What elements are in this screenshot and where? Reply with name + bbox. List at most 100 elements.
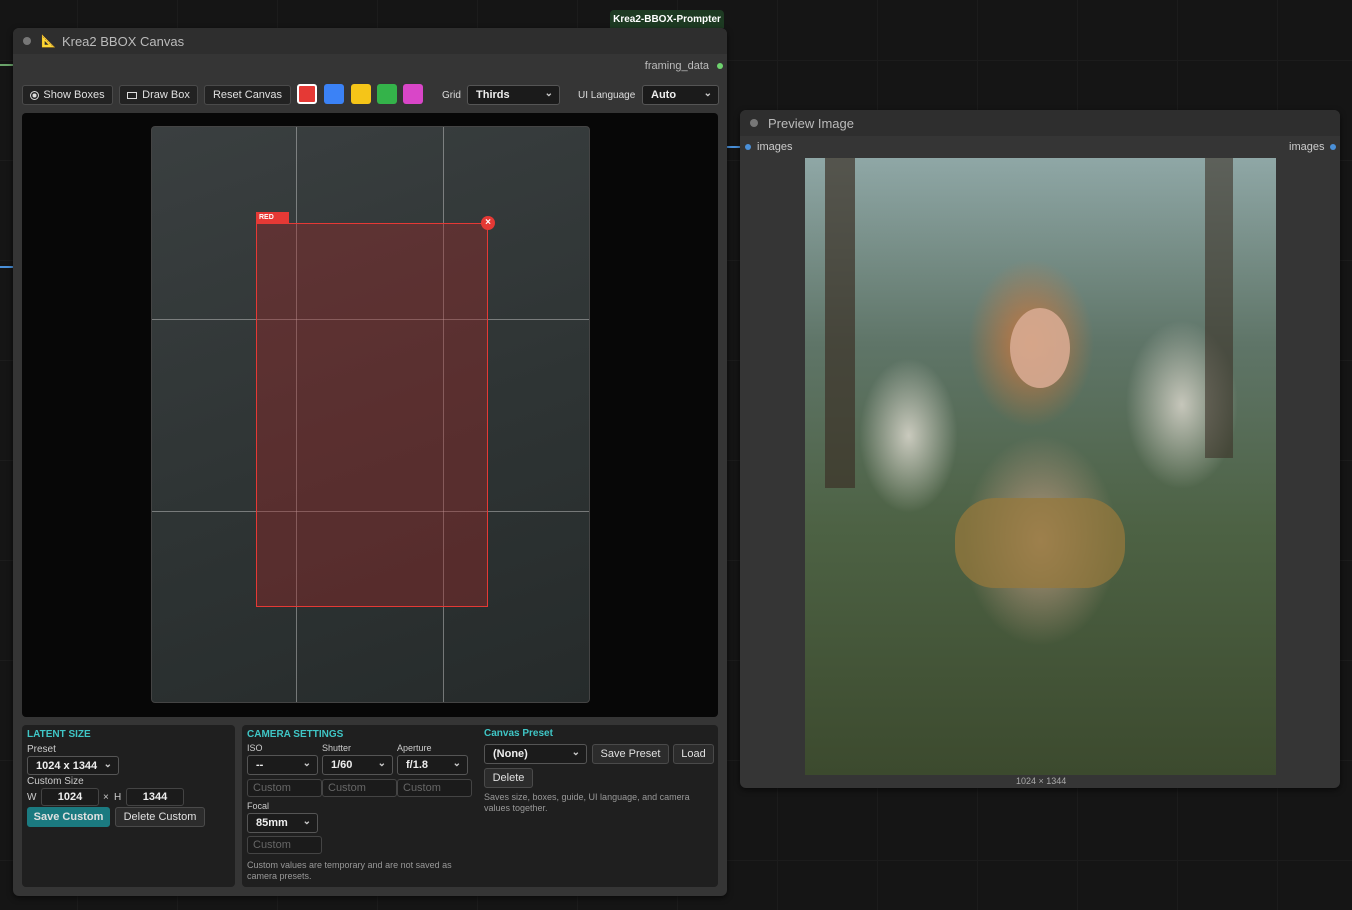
preset-label: Preset (27, 744, 56, 755)
collapse-dot-icon[interactable] (23, 37, 31, 45)
rectangle-icon (127, 91, 138, 99)
grid-select-value: Thirds (476, 89, 510, 101)
ui-language-select[interactable]: Auto ⌄ (642, 85, 719, 105)
width-input[interactable]: 1024 (41, 788, 99, 806)
grid-select[interactable]: Thirds ⌄ (467, 85, 560, 105)
iso-select-value: -- (256, 759, 264, 771)
top-node-tag[interactable]: Krea2-BBOX-Prompter (610, 10, 724, 28)
width-label: W (27, 792, 37, 803)
shutter-custom-input[interactable]: Custom (322, 779, 397, 797)
focal-select-value: 85mm (256, 817, 288, 829)
tree-trunk-right (1205, 158, 1233, 458)
times-separator: × (103, 792, 109, 803)
canvas-preset-value: (None) (493, 748, 528, 760)
reset-canvas-label: Reset Canvas (212, 89, 283, 101)
ui-language-select-value: Auto (651, 89, 677, 101)
latent-preset-select[interactable]: 1024 x 1344 ⌄ (27, 756, 119, 775)
focal-select[interactable]: 85mm ⌄ (247, 813, 318, 833)
canvas-preset-note: Saves size, boxes, guide, UI language, a… (484, 792, 690, 813)
save-preset-button[interactable]: Save Preset (592, 744, 669, 764)
iso-custom-input[interactable]: Custom (247, 779, 322, 797)
chevron-down-icon: ⌄ (377, 758, 386, 769)
color-swatch-blue[interactable] (324, 84, 344, 104)
color-swatch-green[interactable] (377, 84, 397, 104)
iso-select[interactable]: -- ⌄ (247, 755, 318, 775)
delete-preset-button[interactable]: Delete (484, 768, 533, 788)
focal-custom-placeholder: Custom (253, 839, 291, 851)
draw-box-label: Draw Box (142, 89, 190, 101)
collapse-dot-icon[interactable] (750, 119, 758, 127)
face-shape (1010, 308, 1070, 388)
canvas-preset-select[interactable]: (None) ⌄ (484, 744, 587, 764)
armor-shape (955, 498, 1125, 588)
bounding-box-tag-label: RED (259, 214, 274, 221)
output-slot-dot-icon[interactable] (1330, 144, 1336, 150)
bounding-box-red[interactable] (256, 223, 488, 607)
canvas-preset-title: Canvas Preset (484, 728, 553, 739)
set-square-icon: 📐 (41, 34, 56, 48)
load-preset-button[interactable]: Load (673, 744, 714, 764)
node-title: Krea2 BBOX Canvas (61, 33, 185, 49)
node-title-bar[interactable]: 📐 Krea2 BBOX Canvas (13, 28, 727, 54)
grid-label: Grid (442, 90, 461, 101)
close-icon[interactable]: × (481, 216, 495, 230)
shutter-custom-placeholder: Custom (328, 782, 366, 794)
chevron-down-icon: ⌄ (302, 758, 311, 769)
load-preset-label: Load (681, 748, 706, 760)
preview-title-bar[interactable]: Preview Image (740, 110, 1340, 136)
color-swatch-yellow[interactable] (351, 84, 371, 104)
save-preset-label: Save Preset (600, 748, 661, 760)
input-slot-dot-icon[interactable] (745, 144, 751, 150)
aperture-custom-placeholder: Custom (403, 782, 441, 794)
top-node-tag-label: Krea2-BBOX-Prompter (613, 13, 721, 25)
shutter-select-value: 1/60 (331, 759, 353, 771)
tree-trunk-left (825, 158, 855, 488)
custom-size-label: Custom Size (27, 776, 84, 787)
delete-custom-label: Delete Custom (123, 811, 197, 823)
chevron-down-icon: ⌄ (302, 816, 311, 827)
link-left-mid (0, 266, 14, 268)
chevron-down-icon: ⌄ (452, 758, 461, 769)
iso-label: ISO (247, 743, 263, 753)
height-label: H (114, 792, 122, 803)
link-left-top (0, 64, 14, 66)
focal-custom-input[interactable]: Custom (247, 836, 322, 854)
height-input-value: 1344 (142, 791, 168, 803)
iso-custom-placeholder: Custom (253, 782, 291, 794)
chevron-down-icon: ⌄ (544, 88, 553, 99)
show-boxes-button[interactable]: Show Boxes (22, 85, 113, 105)
reset-canvas-button[interactable]: Reset Canvas (204, 85, 291, 105)
show-boxes-label: Show Boxes (43, 89, 105, 101)
aperture-select-value: f/1.8 (406, 759, 429, 771)
close-icon-glyph: × (485, 217, 491, 228)
chevron-down-icon: ⌄ (103, 759, 112, 770)
delete-custom-button[interactable]: Delete Custom (115, 807, 205, 827)
latent-size-title: LATENT SIZE (27, 729, 91, 740)
aperture-label: Aperture (397, 743, 432, 753)
camera-note: Custom values are temporary and are not … (247, 860, 452, 881)
chevron-down-icon: ⌄ (571, 747, 580, 758)
draw-box-button[interactable]: Draw Box (119, 85, 198, 105)
shutter-label: Shutter (322, 743, 352, 753)
shutter-select[interactable]: 1/60 ⌄ (322, 755, 393, 775)
height-input[interactable]: 1344 (126, 788, 184, 806)
focal-label: Focal (247, 801, 270, 811)
link-images (726, 146, 740, 148)
save-custom-label: Save Custom (33, 811, 104, 823)
bounding-box-tag: RED (256, 212, 289, 223)
output-label-framing-data: framing_data (644, 60, 709, 72)
aperture-custom-input[interactable]: Custom (397, 779, 472, 797)
save-custom-button[interactable]: Save Custom (27, 807, 110, 827)
delete-preset-label: Delete (492, 772, 525, 784)
color-swatch-red[interactable] (297, 84, 317, 104)
aperture-select[interactable]: f/1.8 ⌄ (397, 755, 468, 775)
chevron-down-icon: ⌄ (703, 88, 712, 99)
color-swatch-magenta[interactable] (403, 84, 423, 104)
preview-image[interactable] (805, 158, 1276, 775)
ui-language-label: UI Language (578, 90, 636, 101)
output-slot-dot-icon[interactable] (717, 63, 723, 69)
width-input-value: 1024 (57, 791, 83, 803)
preview-title: Preview Image (768, 115, 854, 131)
image-size-label: 1024 × 1344 (1016, 776, 1067, 786)
radio-dot-icon (30, 90, 40, 100)
